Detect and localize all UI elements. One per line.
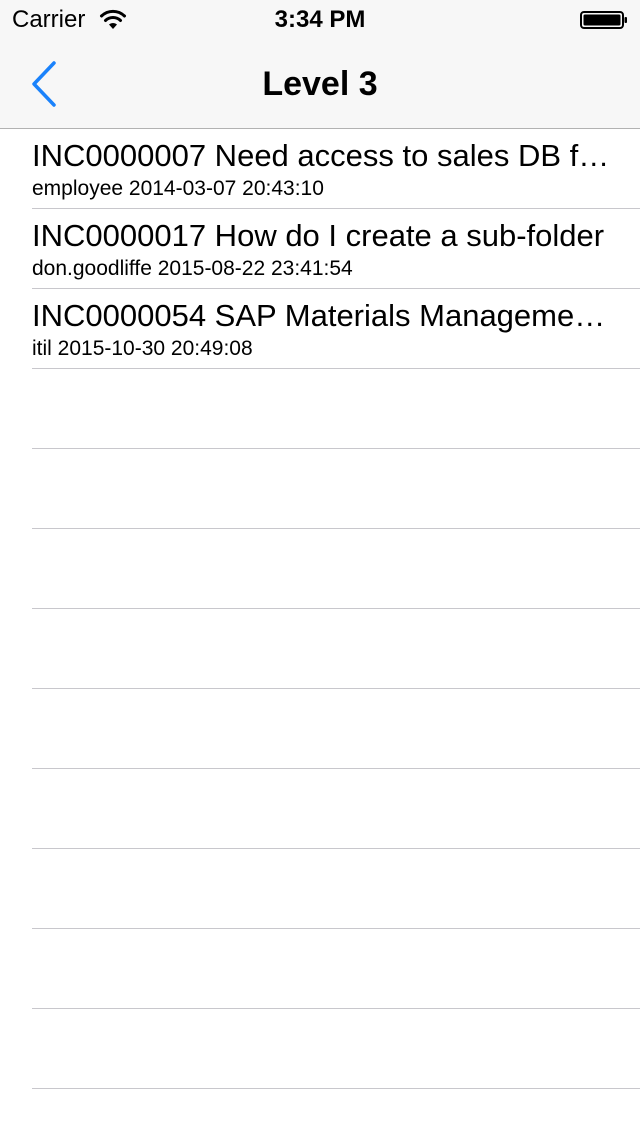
row-subtitle: don.goodliffe 2015-08-22 23:41:54	[32, 257, 353, 280]
row-title: INC0000017 How do I create a sub-folder	[32, 218, 605, 253]
row-title: INC0000054 SAP Materials Management is s…	[32, 298, 612, 333]
empty-row	[32, 609, 640, 689]
empty-row	[32, 369, 640, 449]
incident-table[interactable]: INC0000007 Need access to sales DB for t…	[0, 129, 640, 1136]
empty-row	[32, 449, 640, 529]
empty-row	[32, 1009, 640, 1089]
table-row[interactable]: INC0000007 Need access to sales DB for t…	[32, 129, 640, 209]
table-row[interactable]: INC0000017 How do I create a sub-folder …	[32, 209, 640, 289]
empty-row	[32, 529, 640, 609]
row-subtitle: employee 2014-03-07 20:43:10	[32, 177, 324, 200]
empty-row	[32, 689, 640, 769]
empty-row	[32, 1089, 640, 1136]
row-subtitle: itil 2015-10-30 20:49:08	[32, 337, 253, 360]
status-bar: Carrier 3:34 PM	[0, 0, 640, 40]
table-row[interactable]: INC0000054 SAP Materials Management is s…	[32, 289, 640, 369]
back-button[interactable]	[30, 52, 90, 116]
empty-row	[32, 769, 640, 849]
screen: Carrier 3:34 PM Level 3 INC0000007 Need …	[0, 0, 640, 1136]
empty-row	[32, 849, 640, 929]
navigation-bar: Level 3	[0, 40, 640, 129]
row-title: INC0000007 Need access to sales DB for t…	[32, 138, 612, 173]
status-time: 3:34 PM	[274, 6, 366, 33]
battery-icon	[580, 11, 627, 29]
empty-row	[32, 929, 640, 1009]
chevron-left-icon	[32, 61, 56, 107]
page-title: Level 3	[262, 65, 378, 103]
